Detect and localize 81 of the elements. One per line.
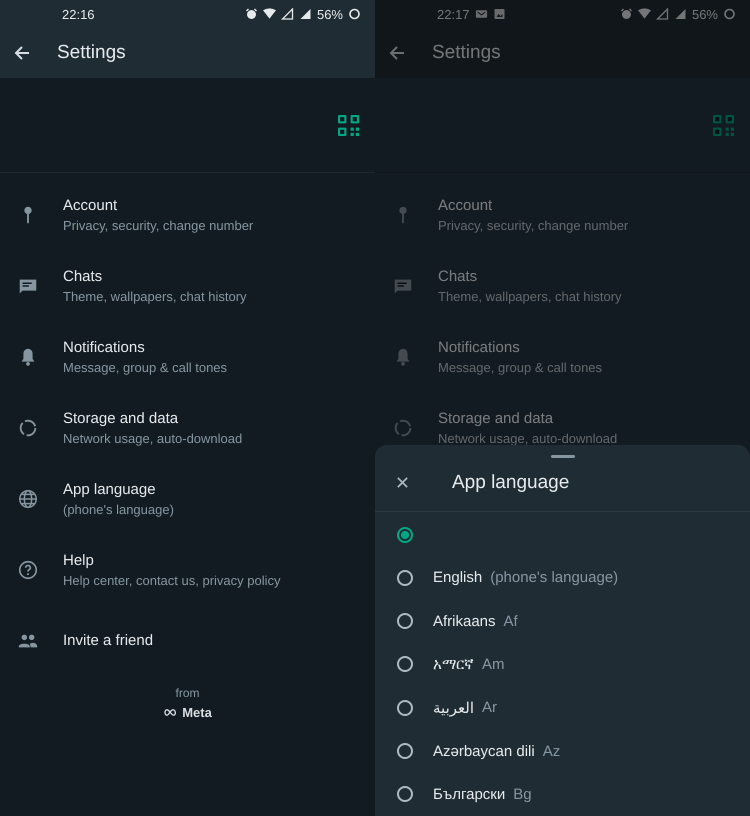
battery-percent: 56% (692, 6, 718, 22)
settings-item[interactable]: Help Help center, contact us, privacy policy (0, 534, 375, 605)
radio-button[interactable] (397, 526, 413, 543)
language-name: العربية (433, 698, 474, 717)
battery-ring-icon (348, 8, 361, 20)
back-arrow-icon[interactable] (13, 44, 31, 62)
item-title: Invite a friend (63, 632, 154, 649)
item-subtitle: Privacy, security, change number (63, 218, 254, 232)
radio-button[interactable] (397, 656, 413, 672)
settings-item[interactable]: Invite a friend (0, 605, 375, 676)
item-title: Storage and data (438, 410, 554, 426)
item-title: Account (63, 196, 118, 214)
item-subtitle: Network usage, auto-download (438, 430, 618, 446)
signal-icon (674, 8, 687, 20)
radio-button[interactable] (397, 613, 413, 630)
close-icon[interactable] (396, 476, 409, 490)
item-subtitle: (phone's language) (63, 502, 174, 516)
signal-icon (656, 8, 669, 20)
settings-item[interactable]: Storage and data Network usage, auto-download (0, 392, 375, 463)
alarm-icon (244, 8, 258, 20)
clock-time: 22:17 (437, 6, 470, 22)
screen-title: Settings (432, 42, 501, 64)
item-title: Chats (63, 268, 104, 284)
item-title: Account (438, 196, 494, 214)
wifi-icon (638, 8, 651, 20)
item-title: Help (63, 552, 95, 568)
item-subtitle: Privacy, security, change number (438, 218, 628, 232)
item-subtitle: Theme, wallpapers, chat history (63, 288, 247, 304)
settings-item[interactable]: Account Privacy, security, change number (0, 179, 375, 250)
battery-ring-icon (723, 8, 736, 20)
alarm-icon (620, 8, 633, 20)
qr-code-icon[interactable] (338, 114, 359, 136)
language-option[interactable]: አማርኛ Am (375, 642, 750, 686)
language-name: አማርኛ (433, 656, 474, 673)
globe-icon (17, 488, 39, 510)
signal-icon (298, 8, 312, 20)
language-code: (phone's language) (490, 569, 618, 586)
radio-button[interactable] (397, 786, 413, 802)
language-code: Af (504, 612, 518, 630)
settings-item[interactable]: Chats Theme, wallpapers, chat history (0, 250, 375, 321)
screen-title: Settings (57, 42, 126, 64)
item-subtitle: Network usage, auto-download (63, 430, 242, 446)
signal-icon (280, 8, 294, 20)
battery-percent: 56% (316, 6, 343, 22)
radio-button[interactable] (397, 700, 413, 716)
language-option[interactable]: Azərbaycan dili Az (375, 729, 750, 773)
item-subtitle: Theme, wallpapers, chat history (438, 288, 622, 304)
language-code: Az (542, 742, 560, 760)
language-name: Български (433, 786, 506, 803)
item-subtitle: Message, group & call tones (438, 360, 602, 374)
settings-item[interactable]: Notifications Message, group & call tones (375, 321, 750, 392)
language-code: Ar (482, 699, 497, 716)
settings-item[interactable]: App language (phone's language) (0, 463, 375, 534)
item-title: Storage and data (63, 410, 180, 426)
help-icon (17, 558, 39, 580)
item-title: Notifications (63, 338, 146, 356)
settings-item[interactable]: Account Privacy, security, change number (375, 179, 750, 250)
item-title: Chats (438, 268, 478, 284)
language-name: Afrikaans (433, 612, 496, 630)
item-title: Notifications (438, 338, 521, 356)
item-subtitle: Message, group & call tones (63, 360, 228, 374)
brand-name: Meta (182, 705, 212, 720)
clock-time: 22:16 (62, 6, 95, 22)
language-code: Bg (513, 786, 532, 803)
item-subtitle: Help center, contact us, privacy policy (63, 572, 280, 588)
drag-handle[interactable] (550, 455, 574, 458)
language-option[interactable]: Afrikaans Af (375, 600, 750, 643)
from-label: from (176, 686, 200, 700)
language-code: Am (482, 656, 504, 673)
image-notification-icon (492, 8, 506, 20)
settings-item[interactable]: Notifications Message, group & call tones (0, 321, 375, 392)
sheet-title: App language (452, 472, 570, 494)
language-option[interactable]: English (phone's language) (375, 556, 750, 600)
wifi-icon (262, 8, 276, 20)
language-name: English (433, 569, 482, 586)
language-name: Azərbaycan dili (433, 742, 535, 760)
radio-button[interactable] (397, 743, 413, 760)
item-title: App language (63, 480, 157, 498)
language-option[interactable]: Български Bg (375, 772, 750, 816)
radio-button[interactable] (397, 570, 413, 586)
settings-item[interactable]: Chats Theme, wallpapers, chat history (375, 250, 750, 321)
